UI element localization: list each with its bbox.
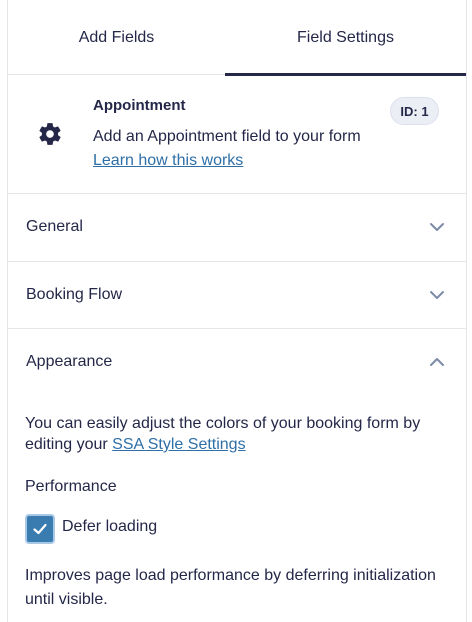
field-description: Add an Appointment field to your form Le…	[93, 125, 363, 173]
defer-loading-checkbox[interactable]	[25, 514, 55, 544]
performance-help-text: Improves page load performance by deferr…	[25, 567, 436, 608]
tab-field-settings[interactable]: Field Settings	[225, 0, 466, 76]
chevron-down-icon	[430, 291, 444, 299]
gear-icon	[39, 123, 61, 145]
tab-field-settings-label: Field Settings	[297, 29, 394, 46]
ssa-style-settings-link[interactable]: SSA Style Settings	[112, 436, 245, 453]
chevron-down-icon	[430, 223, 444, 231]
section-general-label: General	[26, 218, 83, 235]
field-description-text: Add an Appointment field to your form	[93, 128, 361, 145]
tab-add-fields-label: Add Fields	[78, 29, 155, 46]
checkmark-icon	[33, 523, 47, 535]
chevron-up-icon	[430, 358, 444, 366]
performance-label: Performance	[25, 478, 117, 495]
section-appearance-label: Appearance	[26, 353, 113, 370]
appearance-description: You can easily adjust the colors of your…	[25, 413, 455, 455]
field-title: Appointment	[93, 97, 186, 114]
section-general[interactable]: General	[8, 194, 466, 260]
section-booking-flow[interactable]: Booking Flow	[8, 262, 466, 328]
active-tab-indicator	[225, 73, 466, 76]
panel-right-border	[466, 0, 467, 622]
section-appearance[interactable]: Appearance	[8, 329, 466, 395]
learn-how-link[interactable]: Learn how this works	[93, 152, 243, 169]
tabs-divider	[8, 74, 225, 75]
field-id-badge: ID: 1	[390, 97, 439, 125]
defer-loading-label[interactable]: Defer loading	[62, 518, 157, 536]
section-booking-flow-label: Booking Flow	[26, 286, 123, 303]
tab-add-fields[interactable]: Add Fields	[8, 0, 225, 76]
field-settings-panel: Add Fields Field Settings Appointment ID…	[0, 0, 472, 622]
